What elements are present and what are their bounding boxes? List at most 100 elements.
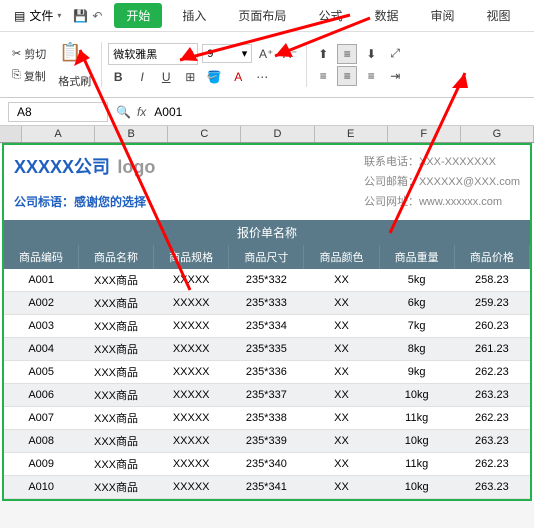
align-middle-button[interactable]: ≡: [337, 44, 357, 64]
table-row[interactable]: A003XXX商品XXXXX235*334XX7kg260.23: [4, 315, 530, 338]
table-cell[interactable]: XXX商品: [78, 453, 153, 476]
table-cell[interactable]: XXX商品: [78, 338, 153, 361]
table-cell[interactable]: A005: [4, 361, 78, 384]
table-cell[interactable]: XXX商品: [78, 269, 153, 292]
align-bottom-button[interactable]: ⬇: [361, 44, 381, 64]
table-cell[interactable]: XXX商品: [78, 476, 153, 499]
table-row[interactable]: A004XXX商品XXXXX235*335XX8kg261.23: [4, 338, 530, 361]
table-cell[interactable]: 262.23: [454, 407, 529, 430]
table-cell[interactable]: XXX商品: [78, 384, 153, 407]
table-cell[interactable]: A003: [4, 315, 78, 338]
cut-button[interactable]: ✂剪切: [8, 44, 50, 64]
table-cell[interactable]: 235*334: [229, 315, 304, 338]
table-cell[interactable]: 8kg: [379, 338, 454, 361]
paste-icon[interactable]: 📋: [54, 38, 86, 66]
tab-home[interactable]: 开始: [114, 3, 162, 28]
table-row[interactable]: A008XXX商品XXXXX235*339XX10kg263.23: [4, 430, 530, 453]
indent-button[interactable]: ⇥: [385, 66, 405, 86]
table-cell[interactable]: 261.23: [454, 338, 529, 361]
table-cell[interactable]: XXX商品: [78, 361, 153, 384]
tab-data[interactable]: 数据: [362, 3, 410, 28]
table-cell[interactable]: 235*336: [229, 361, 304, 384]
table-cell[interactable]: XXX商品: [78, 407, 153, 430]
table-cell[interactable]: A004: [4, 338, 78, 361]
table-cell[interactable]: XXXXX: [154, 292, 229, 315]
table-cell[interactable]: XXXXX: [154, 269, 229, 292]
copy-button[interactable]: ⎘复制: [8, 66, 50, 86]
orientation-button[interactable]: ⤢: [385, 44, 405, 64]
align-top-button[interactable]: ⬆: [313, 44, 333, 64]
table-cell[interactable]: XXX商品: [78, 315, 153, 338]
select-all-corner[interactable]: [0, 126, 22, 142]
table-cell[interactable]: 235*333: [229, 292, 304, 315]
table-cell[interactable]: 235*337: [229, 384, 304, 407]
underline-button[interactable]: U: [156, 67, 176, 87]
table-cell[interactable]: XX: [304, 269, 379, 292]
table-cell[interactable]: XXXXX: [154, 407, 229, 430]
align-center-button[interactable]: ≡: [337, 66, 357, 86]
table-cell[interactable]: XXXXX: [154, 361, 229, 384]
col-header[interactable]: B: [95, 126, 168, 142]
align-left-button[interactable]: ≡: [313, 66, 333, 86]
save-icon[interactable]: 💾: [73, 9, 88, 23]
table-cell[interactable]: A008: [4, 430, 78, 453]
col-header[interactable]: D: [241, 126, 314, 142]
table-row[interactable]: A001XXX商品XXXXX235*332XX5kg258.23: [4, 269, 530, 292]
table-cell[interactable]: XX: [304, 453, 379, 476]
table-row[interactable]: A010XXX商品XXXXX235*341XX10kg263.23: [4, 476, 530, 499]
table-cell[interactable]: 235*335: [229, 338, 304, 361]
font-size-select[interactable]: 9▾: [202, 44, 252, 63]
table-cell[interactable]: 235*332: [229, 269, 304, 292]
table-cell[interactable]: 9kg: [379, 361, 454, 384]
table-cell[interactable]: XX: [304, 338, 379, 361]
table-cell[interactable]: 262.23: [454, 361, 529, 384]
tab-formula[interactable]: 公式: [306, 3, 354, 28]
tab-layout[interactable]: 页面布局: [226, 3, 298, 28]
decrease-font-button[interactable]: A⁻: [280, 44, 300, 64]
table-cell[interactable]: 258.23: [454, 269, 529, 292]
col-header[interactable]: A: [22, 126, 95, 142]
increase-font-button[interactable]: A⁺: [256, 44, 276, 64]
tab-insert[interactable]: 插入: [170, 3, 218, 28]
italic-button[interactable]: I: [132, 67, 152, 87]
table-cell[interactable]: 259.23: [454, 292, 529, 315]
table-cell[interactable]: 235*341: [229, 476, 304, 499]
table-cell[interactable]: 7kg: [379, 315, 454, 338]
table-row[interactable]: A007XXX商品XXXXX235*338XX11kg262.23: [4, 407, 530, 430]
table-row[interactable]: A002XXX商品XXXXX235*333XX6kg259.23: [4, 292, 530, 315]
table-cell[interactable]: 10kg: [379, 430, 454, 453]
table-cell[interactable]: 235*338: [229, 407, 304, 430]
table-cell[interactable]: A007: [4, 407, 78, 430]
table-cell[interactable]: XX: [304, 476, 379, 499]
name-box[interactable]: A8: [8, 102, 108, 122]
table-cell[interactable]: 260.23: [454, 315, 529, 338]
table-cell[interactable]: XX: [304, 292, 379, 315]
table-row[interactable]: A005XXX商品XXXXX235*336XX9kg262.23: [4, 361, 530, 384]
table-cell[interactable]: XXXXX: [154, 430, 229, 453]
more-font-button[interactable]: ⋯: [252, 67, 272, 87]
table-cell[interactable]: XX: [304, 430, 379, 453]
undo-icon[interactable]: ↶: [92, 9, 102, 23]
format-painter-button[interactable]: 格式刷: [54, 71, 95, 91]
table-cell[interactable]: XX: [304, 361, 379, 384]
table-cell[interactable]: 262.23: [454, 453, 529, 476]
file-menu[interactable]: ▤ 文件 ▾: [8, 5, 67, 26]
align-right-button[interactable]: ≡: [361, 66, 381, 86]
table-cell[interactable]: 263.23: [454, 430, 529, 453]
col-header[interactable]: F: [388, 126, 461, 142]
col-header[interactable]: E: [315, 126, 388, 142]
bold-button[interactable]: B: [108, 67, 128, 87]
table-cell[interactable]: A006: [4, 384, 78, 407]
border-button[interactable]: ⊞: [180, 67, 200, 87]
col-header[interactable]: G: [461, 126, 534, 142]
table-cell[interactable]: A010: [4, 476, 78, 499]
table-row[interactable]: A006XXX商品XXXXX235*337XX10kg263.23: [4, 384, 530, 407]
table-cell[interactable]: 263.23: [454, 476, 529, 499]
table-cell[interactable]: 11kg: [379, 407, 454, 430]
table-cell[interactable]: 10kg: [379, 476, 454, 499]
table-cell[interactable]: 10kg: [379, 384, 454, 407]
table-cell[interactable]: XX: [304, 407, 379, 430]
table-cell[interactable]: 263.23: [454, 384, 529, 407]
table-cell[interactable]: XXXXX: [154, 453, 229, 476]
font-color-button[interactable]: A: [228, 67, 248, 87]
